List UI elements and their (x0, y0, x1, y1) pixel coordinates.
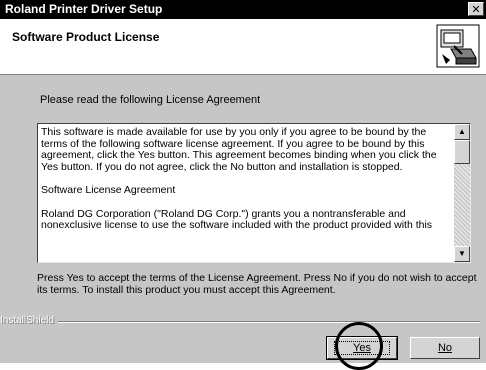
title-bar[interactable]: Roland Printer Driver Setup ✕ (0, 0, 486, 19)
scroll-thumb[interactable] (454, 140, 470, 164)
scroll-down-button[interactable]: ▼ (454, 246, 470, 262)
scroll-up-button[interactable]: ▲ (454, 124, 470, 140)
window-title: Roland Printer Driver Setup (5, 2, 163, 16)
setup-dialog: Roland Printer Driver Setup ✕ Software P… (0, 0, 486, 370)
instructions-text: Please read the following License Agreem… (40, 94, 261, 106)
printer-install-icon (436, 24, 480, 68)
accept-instructions: Press Yes to accept the terms of the Lic… (37, 272, 477, 296)
header-title: Software Product License (12, 30, 160, 44)
license-paragraph: Roland DG Corporation ("Roland DG Corp."… (41, 207, 433, 231)
no-button-label: No (437, 342, 453, 354)
license-text[interactable]: This software is made available for use … (41, 127, 450, 259)
license-heading: Software License Agreement (41, 184, 176, 196)
close-button[interactable]: ✕ (468, 2, 484, 16)
footer-divider (58, 321, 480, 323)
license-text-box[interactable]: This software is made available for use … (37, 123, 471, 263)
no-button[interactable]: No (410, 337, 480, 359)
dialog-header: Software Product License (0, 19, 486, 75)
vertical-scrollbar[interactable]: ▲ ▼ (454, 124, 470, 262)
license-paragraph: This software is made available for use … (41, 127, 437, 173)
installshield-label: InstallShield (0, 315, 54, 326)
